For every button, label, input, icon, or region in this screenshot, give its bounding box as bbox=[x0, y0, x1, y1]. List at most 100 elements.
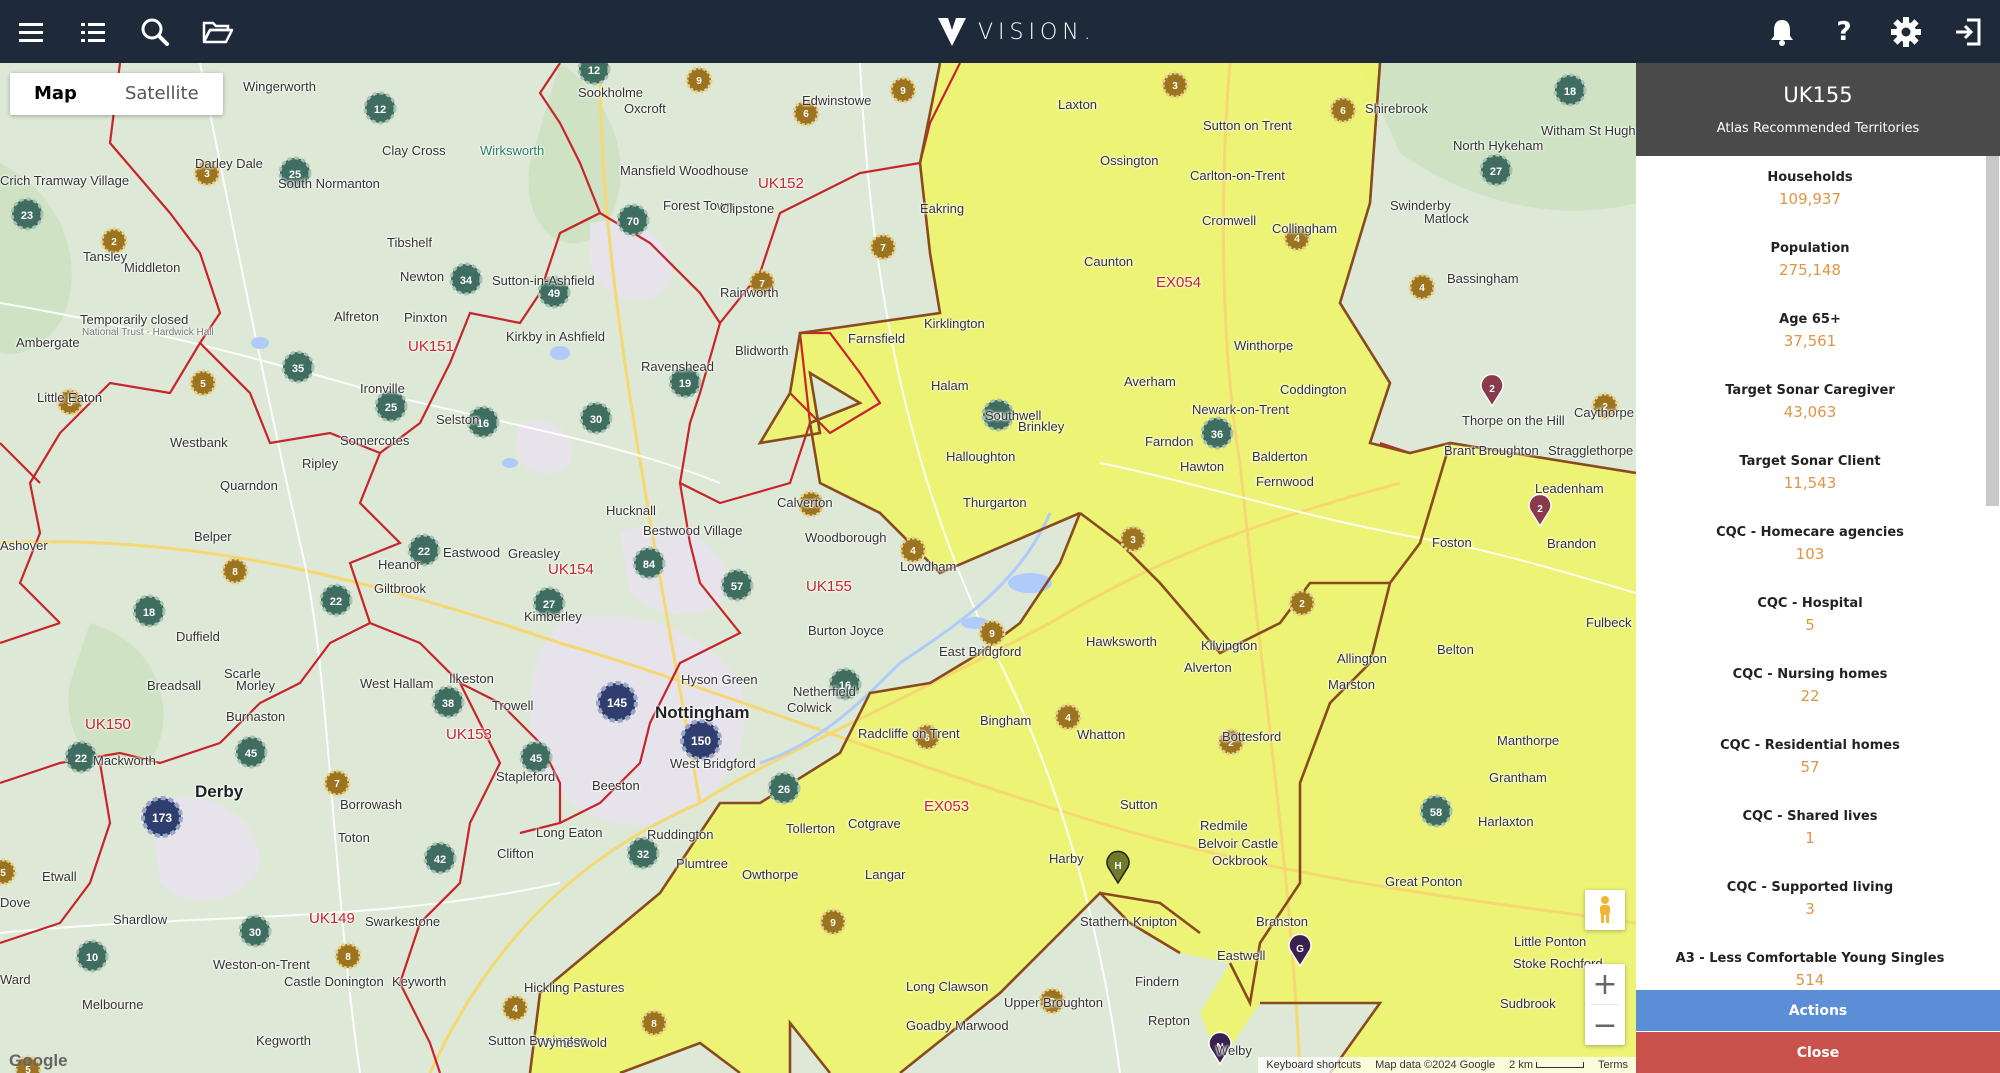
svg-text:8: 8 bbox=[345, 952, 351, 963]
town-label: Temporarily closed bbox=[80, 312, 189, 327]
svg-text:H: H bbox=[1114, 861, 1121, 872]
svg-text:45: 45 bbox=[530, 753, 542, 765]
town-label: Little Eaton bbox=[37, 390, 103, 405]
stat-value: 43,063 bbox=[1783, 403, 1837, 421]
town-label: Ruddington bbox=[647, 827, 714, 842]
town-label: Sudbrook bbox=[1500, 996, 1556, 1011]
stats-list[interactable]: Households 109,937 Population 275,148 Age … bbox=[1636, 156, 1984, 988]
svg-text:8: 8 bbox=[651, 1019, 657, 1030]
svg-text:18: 18 bbox=[1564, 86, 1576, 98]
town-label: Scarle bbox=[224, 666, 261, 681]
town-label: South Normanton bbox=[278, 176, 380, 191]
panel-title: UK155 bbox=[1783, 83, 1853, 107]
town-label: Burton Joyce bbox=[808, 623, 884, 638]
town-label: Farndon bbox=[1145, 434, 1194, 449]
svg-text:9: 9 bbox=[900, 86, 906, 97]
town-label: Great Ponton bbox=[1385, 874, 1463, 889]
stat-item: CQC - Residential homes 57 bbox=[1636, 724, 1984, 795]
town-label: Farnsfield bbox=[848, 331, 906, 346]
town-label: Witham St Hughs bbox=[1541, 123, 1636, 138]
brand-logo: VISION. bbox=[936, 12, 1096, 52]
bell-icon[interactable] bbox=[1762, 12, 1802, 52]
town-label: Keyworth bbox=[392, 974, 447, 989]
town-label: Quarndon bbox=[220, 478, 278, 493]
city-label-derby: Derby bbox=[195, 782, 244, 801]
keyboard-shortcuts-link[interactable]: Keyboard shortcuts bbox=[1266, 1059, 1361, 1071]
vision-logo-icon bbox=[938, 18, 966, 46]
svg-text:2: 2 bbox=[1489, 384, 1495, 395]
street-view-pegman-icon[interactable] bbox=[1585, 890, 1625, 930]
town-label: Bottesford bbox=[1222, 729, 1282, 744]
svg-text:25: 25 bbox=[385, 402, 397, 414]
map-view[interactable]: 12 12 18 25 27 23 70 34 49 35 19 25 30 1… bbox=[0, 63, 1636, 1073]
zoom-in-button[interactable]: + bbox=[1585, 964, 1625, 1004]
map-type-satellite-button[interactable]: Satellite bbox=[101, 73, 223, 115]
svg-text:49: 49 bbox=[548, 288, 560, 300]
zoom-out-button[interactable]: − bbox=[1585, 1005, 1625, 1045]
svg-text:3: 3 bbox=[1130, 535, 1136, 546]
svg-text:38: 38 bbox=[442, 698, 454, 710]
folder-open-icon[interactable] bbox=[198, 12, 238, 52]
town-label: Brandon bbox=[1547, 536, 1597, 551]
gear-icon[interactable] bbox=[1886, 12, 1926, 52]
town-label: Findern bbox=[1135, 974, 1180, 989]
town-label: Colwick bbox=[787, 700, 832, 715]
territory-detail-panel: UK155 Atlas Recommended Territories Hous… bbox=[1636, 63, 2000, 1073]
town-label: Etwall bbox=[42, 869, 77, 884]
town-label: Westbank bbox=[170, 435, 228, 450]
town-label: Winthorpe bbox=[1234, 338, 1294, 353]
town-label: Bestwood Village bbox=[643, 523, 743, 538]
territory-label-uk154: UK154 bbox=[548, 561, 594, 578]
town-label: Ilkeston bbox=[449, 671, 494, 686]
svg-text:150: 150 bbox=[691, 734, 711, 748]
stat-label: Target Sonar Caregiver bbox=[1725, 383, 1895, 398]
svg-text:32: 32 bbox=[637, 849, 649, 861]
stat-item: A3 - Less Comfortable Young Singles 514 bbox=[1636, 937, 1984, 988]
stat-value: 57 bbox=[1800, 758, 1820, 776]
town-label: Duffield bbox=[176, 629, 220, 644]
town-label: Stragglethorpe bbox=[1548, 443, 1634, 458]
help-icon[interactable]: ? bbox=[1824, 12, 1864, 52]
town-label: Wingerworth bbox=[243, 79, 316, 94]
town-label: Ripley bbox=[302, 456, 339, 471]
town-label: Brinkley bbox=[1018, 419, 1065, 434]
stat-value: 37,561 bbox=[1783, 332, 1837, 350]
town-label: Goadby Marwood bbox=[906, 1018, 1009, 1033]
logout-icon[interactable] bbox=[1948, 12, 1988, 52]
town-label: Newton bbox=[400, 269, 445, 284]
map-canvas[interactable]: 12 12 18 25 27 23 70 34 49 35 19 25 30 1… bbox=[0, 63, 1636, 1073]
town-label: Hawton bbox=[1180, 459, 1225, 474]
town-label: Foston bbox=[1432, 535, 1472, 550]
town-label: Cotgrave bbox=[848, 816, 901, 831]
actions-button[interactable]: Actions bbox=[1636, 990, 2000, 1031]
town-label: Harlaxton bbox=[1478, 814, 1534, 829]
terms-link[interactable]: Terms bbox=[1598, 1059, 1628, 1071]
town-label: Plumtree bbox=[676, 856, 729, 871]
stat-item: CQC - Supported living 3 bbox=[1636, 866, 1984, 937]
svg-text:70: 70 bbox=[627, 216, 639, 228]
town-label: Castle Donington bbox=[284, 974, 384, 989]
svg-text:9: 9 bbox=[830, 918, 836, 929]
town-label: Leadenham bbox=[1535, 481, 1604, 496]
list-icon[interactable] bbox=[73, 12, 113, 52]
panel-subtitle: Atlas Recommended Territories bbox=[1716, 121, 1920, 136]
town-label: Ambergate bbox=[16, 335, 80, 350]
svg-text:145: 145 bbox=[607, 696, 627, 710]
menu-icon[interactable] bbox=[11, 12, 51, 52]
town-label: Redmile bbox=[1200, 818, 1248, 833]
map-type-map-button[interactable]: Map bbox=[10, 73, 101, 115]
search-icon[interactable] bbox=[135, 12, 175, 52]
svg-text:18: 18 bbox=[143, 607, 155, 619]
town-label: Little Ponton bbox=[1514, 934, 1587, 949]
stat-item: Age 65+ 37,561 bbox=[1636, 298, 1984, 369]
svg-text:4: 4 bbox=[910, 546, 916, 557]
town-label: Hickling Pastures bbox=[524, 980, 625, 995]
territory-label-ex054: EX054 bbox=[1156, 274, 1202, 291]
town-label: Clifton bbox=[497, 846, 534, 861]
town-label: Heanor bbox=[378, 557, 421, 572]
close-button[interactable]: Close bbox=[1636, 1032, 2000, 1073]
town-label: Giltbrook bbox=[374, 581, 427, 596]
town-label: Kirkby in Ashfield bbox=[506, 329, 605, 344]
town-label: Kimberley bbox=[524, 609, 582, 624]
panel-scrollbar[interactable] bbox=[1986, 156, 1999, 506]
